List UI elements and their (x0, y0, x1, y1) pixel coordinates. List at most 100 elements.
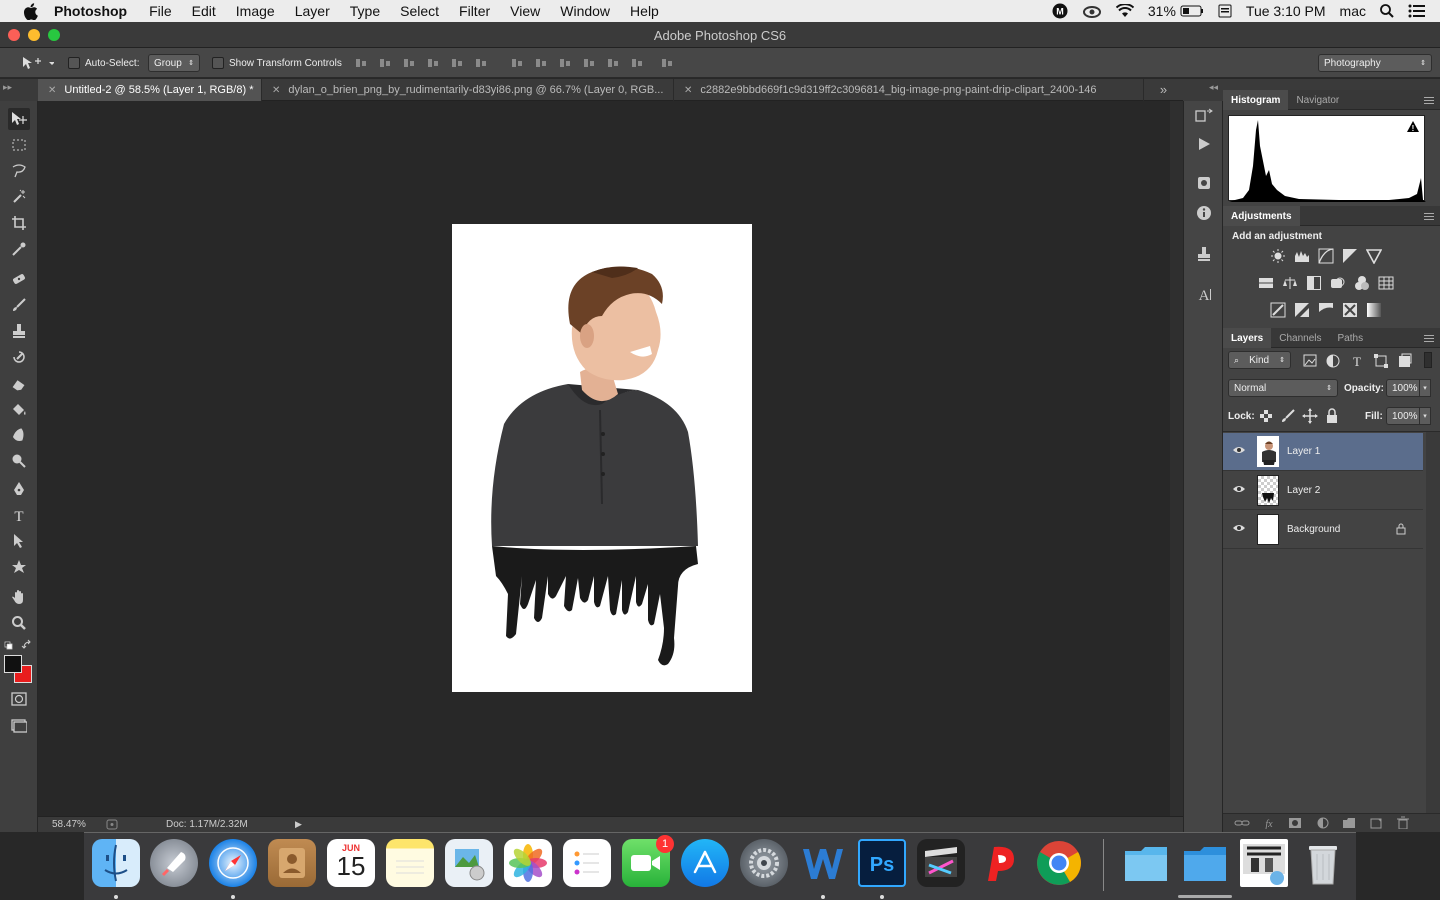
workspace-switcher[interactable]: Photography ⇕ (1318, 54, 1432, 72)
hand-tool[interactable] (8, 586, 30, 608)
show-transform-controls-checkbox[interactable]: Show Transform Controls (212, 48, 342, 78)
selective-color-icon[interactable] (1342, 302, 1358, 318)
vibrance-icon[interactable] (1366, 248, 1382, 264)
brush-tool[interactable] (8, 294, 30, 316)
document-tab-dylan-o-brien[interactable]: ✕ dylan_o_brien_png_by_rudimentarily-d83… (262, 79, 674, 101)
battery-icon[interactable] (1180, 5, 1204, 17)
layer-style-fx-icon[interactable]: fx (1261, 817, 1277, 829)
spotlight-search-icon[interactable] (1380, 4, 1394, 18)
distribute-hcenter-icon[interactable] (606, 56, 620, 70)
document-tab-untitled-2[interactable]: ✕ Untitled-2 @ 58.5% (Layer 1, RGB/8) * (38, 79, 262, 101)
opacity-dropdown-arrow-icon[interactable]: ▾ (1419, 379, 1431, 397)
app-store-icon[interactable] (681, 839, 729, 887)
status-menu-arrow-icon[interactable]: ▶ (295, 819, 302, 830)
panel-menu-icon[interactable] (1424, 333, 1434, 342)
wifi-icon[interactable] (1115, 4, 1134, 18)
zoom-level[interactable]: 58.47% (52, 819, 86, 830)
menu-type[interactable]: Type (350, 3, 380, 19)
downloads-folder-icon[interactable] (1181, 839, 1229, 887)
clock[interactable]: Tue 3:10 PM (1246, 3, 1326, 19)
clone-source-icon[interactable] (1193, 243, 1215, 265)
eyedropper-tool[interactable] (8, 238, 30, 260)
calendar-icon[interactable]: JUN 15 (327, 839, 375, 887)
lock-transparent-pixels-icon[interactable] (1258, 408, 1274, 424)
document-tab-paint-drip[interactable]: ✕ c2882e9bbd669f1c9d319ff2c3096814_big-i… (674, 79, 1144, 101)
history-brush-tool[interactable] (8, 346, 30, 368)
foreground-color-swatch[interactable] (4, 655, 22, 673)
layer-filter-kind-dropdown[interactable]: ⌕ Kind ⇕ (1228, 351, 1291, 369)
menu-file[interactable]: File (149, 3, 172, 19)
auto-select-dropdown[interactable]: Group ⇕ (148, 54, 200, 72)
filter-pixel-layers-icon[interactable] (1302, 353, 1318, 369)
close-tab-icon[interactable]: ✕ (272, 85, 280, 96)
menu-filter[interactable]: Filter (459, 3, 490, 19)
screen-mode-icon[interactable] (8, 715, 30, 737)
tool-preset-picker[interactable] (20, 48, 54, 78)
menu-view[interactable]: View (510, 3, 540, 19)
dodge-tool[interactable] (8, 450, 30, 472)
actions-panel-icon[interactable] (1193, 133, 1215, 155)
lock-position-icon[interactable] (1302, 408, 1318, 424)
levels-icon[interactable] (1294, 248, 1310, 264)
color-balance-icon[interactable] (1282, 275, 1298, 291)
invert-icon[interactable] (1270, 302, 1286, 318)
posterize-icon[interactable] (1294, 302, 1310, 318)
distribute-right-icon[interactable] (630, 56, 644, 70)
align-right-icon[interactable] (474, 56, 488, 70)
reminders-icon[interactable] (563, 839, 611, 887)
hue-saturation-icon[interactable] (1258, 275, 1274, 291)
desktop-stack-icon[interactable] (1240, 839, 1288, 887)
custom-shape-tool[interactable] (8, 556, 30, 578)
collapse-toolbar-icon[interactable]: ▸▸ (3, 82, 12, 93)
finder-icon[interactable] (92, 839, 140, 887)
align-hcenter-icon[interactable] (450, 56, 464, 70)
notification-center-icon[interactable] (1408, 4, 1426, 18)
black-white-icon[interactable] (1306, 275, 1322, 291)
filter-shape-layers-icon[interactable] (1373, 353, 1389, 369)
zoom-tool[interactable] (8, 612, 30, 634)
align-left-icon[interactable] (426, 56, 440, 70)
quick-selection-tool[interactable] (8, 186, 30, 208)
exposure-icon[interactable] (1342, 248, 1358, 264)
align-vcenter-icon[interactable] (378, 56, 392, 70)
cached-data-warning-icon[interactable]: ! (1406, 120, 1420, 138)
layer-name[interactable]: Background (1287, 524, 1340, 535)
distribute-bottom-icon[interactable] (558, 56, 572, 70)
align-top-icon[interactable] (354, 56, 368, 70)
tool-presets-icon[interactable] (1193, 172, 1215, 194)
spot-healing-brush-tool[interactable] (8, 268, 30, 290)
path-selection-tool[interactable] (8, 530, 30, 552)
tab-adjustments[interactable]: Adjustments (1223, 206, 1300, 226)
safari-icon[interactable] (209, 839, 257, 887)
lasso-tool[interactable] (8, 160, 30, 182)
system-preferences-icon[interactable] (740, 839, 788, 887)
distribute-top-icon[interactable] (510, 56, 524, 70)
tabs-overflow-button[interactable]: » (1144, 79, 1183, 100)
menu-layer[interactable]: Layer (295, 3, 330, 19)
menu-edit[interactable]: Edit (192, 3, 216, 19)
microsoft-word-icon[interactable] (799, 839, 847, 887)
new-layer-icon[interactable] (1369, 817, 1383, 829)
tab-layers[interactable]: Layers (1223, 328, 1272, 348)
creative-cloud-icon[interactable] (1082, 4, 1102, 18)
info-panel-icon[interactable] (1193, 202, 1215, 224)
fill-dropdown-arrow-icon[interactable]: ▾ (1419, 407, 1431, 425)
clone-stamp-tool[interactable] (8, 320, 30, 342)
auto-select-check-box[interactable] (68, 57, 80, 69)
layer-row-background[interactable]: Background (1223, 511, 1423, 549)
layer-row-layer-2[interactable]: Layer 2 (1223, 472, 1423, 510)
apple-menu-icon[interactable] (20, 0, 40, 22)
menu-select[interactable]: Select (400, 3, 439, 19)
layer-name[interactable]: Layer 2 (1287, 485, 1320, 496)
filter-smart-objects-icon[interactable] (1397, 353, 1413, 369)
layer-name[interactable]: Layer 1 (1287, 446, 1320, 457)
distribute-vcenter-icon[interactable] (534, 56, 548, 70)
share-icon[interactable] (106, 819, 118, 833)
eraser-tool[interactable] (8, 372, 30, 394)
layers-scrollbar[interactable] (1426, 432, 1440, 814)
lock-all-icon[interactable] (1324, 408, 1340, 424)
notes-icon[interactable] (386, 839, 434, 887)
gradient-map-icon[interactable] (1366, 302, 1382, 318)
launchpad-icon[interactable] (150, 839, 198, 887)
distribute-left-icon[interactable] (582, 56, 596, 70)
